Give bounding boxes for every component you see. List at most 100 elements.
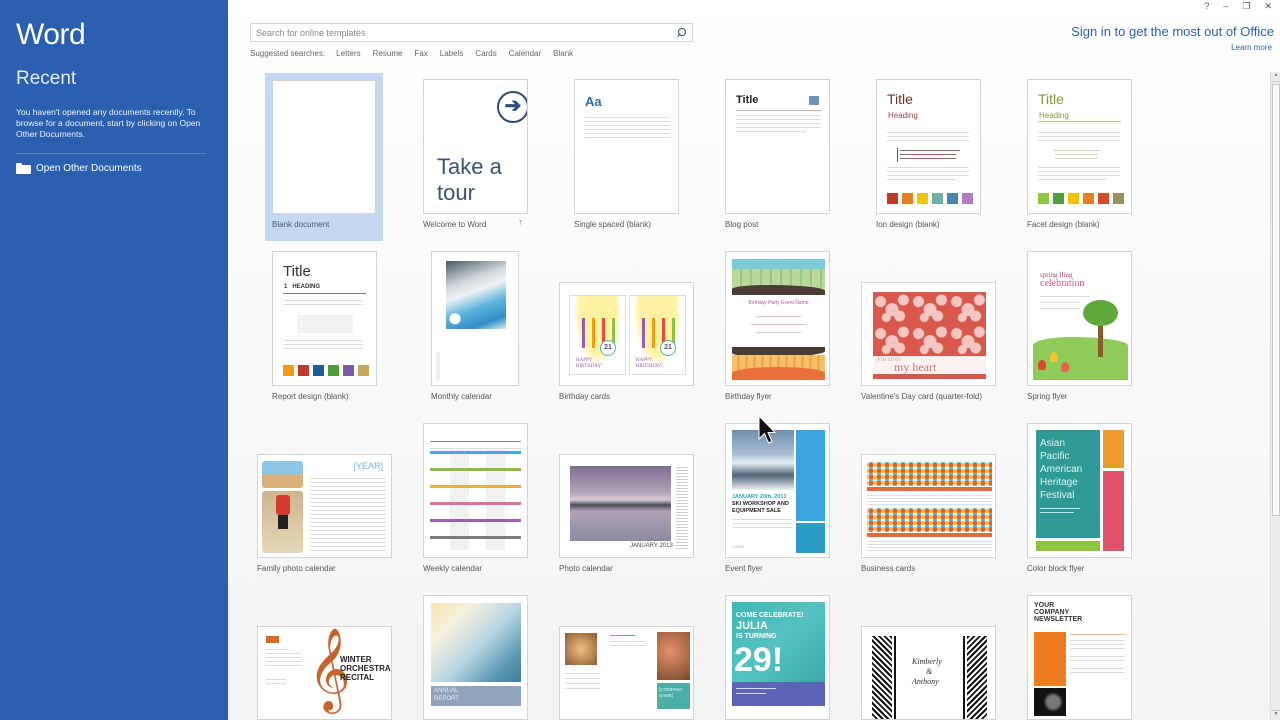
template-thumbnail: ➔ Take a tour [423, 79, 528, 214]
template-annual-report[interactable]: ANNUAL REPORT [423, 595, 529, 720]
card-panel: 21 HAPPY BIRTHDAY! [569, 295, 626, 375]
thumb-text: Title [283, 263, 311, 280]
color-swatch [283, 365, 294, 376]
minimize-button[interactable]: – [1223, 1, 1228, 12]
suggestion-fax[interactable]: Fax [414, 49, 427, 58]
suggestion-calendar[interactable]: Calendar [509, 49, 541, 58]
template-thumbnail: Title [725, 79, 830, 214]
template-thumbnail: Title Heading [876, 79, 981, 214]
suggestion-letters[interactable]: Letters [336, 49, 360, 58]
scroll-up-button[interactable]: ▲ [1271, 72, 1280, 82]
template-caption: Color block flyer [1027, 564, 1085, 573]
template-caption: Blog post [725, 220, 759, 229]
suggestion-labels[interactable]: Labels [440, 49, 464, 58]
template-thumbnail: Aa [574, 79, 679, 214]
search-input[interactable] [251, 27, 674, 38]
color-swatch [932, 193, 943, 204]
template-caption: Welcome to Word [423, 220, 487, 229]
suggestion-blank[interactable]: Blank [553, 49, 573, 58]
template-caption: Ion design (blank) [876, 220, 940, 229]
color-swatch [917, 193, 928, 204]
template-birthday-flyer[interactable]: Birthday Party Event Name Birthday flyer [725, 251, 831, 407]
template-caption: Family photo calendar [257, 564, 336, 573]
template-blog-post[interactable]: Title Blog post [725, 79, 831, 235]
thumb-text: 1 HEADING [284, 284, 321, 290]
close-button[interactable]: ✕ [1264, 1, 1272, 12]
vertical-scrollbar[interactable]: ▲ ▼ [1270, 72, 1280, 720]
learn-more-link[interactable]: Learn more [1231, 43, 1272, 52]
template-facet-design[interactable]: Title Heading Facet design (blank) [1027, 79, 1133, 235]
color-swatch [1068, 193, 1079, 204]
window-controls: ? – ❐ ✕ [1204, 1, 1272, 12]
sidebar: Word Recent You haven't opened any docum… [0, 0, 228, 720]
template-birthday-invitation[interactable]: COME CELEBRATE! JULIA IS TURNING 29! [725, 595, 831, 720]
color-swatch [313, 365, 324, 376]
template-thumbnail [431, 251, 519, 386]
template-family-photo-calendar[interactable]: [YEAR] Family photo calendar [257, 454, 393, 579]
template-caption: Valentine's Day card (quarter-fold) [861, 392, 982, 401]
template-photo-calendar[interactable]: JANUARY 2013 Photo calendar [559, 454, 695, 579]
template-company-brochure[interactable]: [COMPANY NAME] [559, 626, 695, 720]
template-valentines-card[interactable]: you stole my heart Valentine's Day card … [861, 282, 997, 407]
template-spring-flyer[interactable]: spring fling celebration Spring flyer [1027, 251, 1133, 407]
template-company-newsletter[interactable]: YOUR COMPANY NEWSLETTER [1027, 595, 1133, 720]
thumb-text: Title [1038, 91, 1064, 107]
template-thumbnail: Asian Pacific American Heritage Festival [1027, 423, 1132, 558]
color-swatch [962, 193, 973, 204]
template-single-spaced[interactable]: Aa Single spaced (blank) [574, 79, 680, 235]
color-swatch [343, 365, 354, 376]
thumb-text: Heading [888, 111, 918, 120]
template-weekly-calendar[interactable]: Weekly calendar [423, 423, 529, 579]
template-welcome-to-word[interactable]: ➔ Take a tour Welcome to Word ⤒ [423, 79, 529, 235]
word-start-screen: Word Recent You haven't opened any docum… [0, 0, 1280, 720]
template-thumbnail: 21 HAPPY BIRTHDAY! 21 HAPPY BIRTHDAY! [559, 282, 694, 386]
template-caption: Business cards [861, 564, 916, 573]
template-thumbnail: YOUR COMPANY NEWSLETTER [1027, 595, 1132, 720]
search-box [250, 23, 693, 42]
calendar-photo [446, 261, 506, 329]
thumb-text: Take a [437, 154, 502, 179]
suggested-searches: Suggested searches: Letters Resume Fax L… [250, 49, 585, 58]
template-ion-design[interactable]: Title Heading Ion design (blank) [876, 79, 982, 235]
calendar-side-label [436, 352, 440, 380]
color-swatch [1053, 193, 1064, 204]
app-title: Word [16, 18, 86, 51]
scroll-down-button[interactable]: ▼ [1271, 710, 1280, 720]
template-birthday-cards[interactable]: 21 HAPPY BIRTHDAY! 21 HAPPY BIRTHDAY! Bi… [559, 282, 695, 407]
template-blank-document[interactable]: Blank document [265, 73, 383, 241]
restore-button[interactable]: ❐ [1242, 1, 1250, 12]
sidebar-divider [16, 153, 206, 154]
template-monthly-calendar[interactable]: Monthly calendar [431, 251, 521, 407]
template-caption: Event flyer [725, 564, 763, 573]
template-event-flyer[interactable]: JANUARY 20th, 2013 SKI WORKSHOP AND EQUI… [725, 423, 831, 579]
suggestion-cards[interactable]: Cards [475, 49, 496, 58]
template-thumbnail: Title Heading [1027, 79, 1132, 214]
color-swatch [947, 193, 958, 204]
color-swatch [298, 365, 309, 376]
mouse-pointer-icon [758, 415, 777, 444]
suggestion-resume[interactable]: Resume [373, 49, 403, 58]
template-color-block-flyer[interactable]: Asian Pacific American Heritage Festival… [1027, 423, 1133, 579]
sign-in-link[interactable]: Sign in to get the most out of Office [1071, 24, 1274, 39]
pin-icon[interactable]: ⤒ [519, 220, 522, 228]
template-caption: Birthday flyer [725, 392, 772, 401]
card-panel: 21 HAPPY BIRTHDAY! [629, 295, 686, 375]
template-caption: Single spaced (blank) [574, 220, 651, 229]
color-swatch [358, 365, 369, 376]
template-thumbnail [861, 454, 996, 558]
template-winter-orchestra[interactable]: 𝄞 WINTER ORCHESTRA RECITAL [257, 626, 393, 720]
help-button[interactable]: ? [1204, 1, 1209, 12]
scroll-thumb[interactable] [1272, 84, 1280, 516]
thumb-text: Aa [585, 94, 602, 109]
template-business-cards[interactable]: Business cards [861, 454, 997, 579]
search-icon[interactable] [674, 26, 688, 40]
open-other-documents-label: Open Other Documents [36, 163, 142, 174]
template-thumbnail [272, 80, 376, 214]
template-report-design[interactable]: Title 1 HEADING Report design (blank) [272, 251, 378, 407]
template-wedding-invitation[interactable]: Kimberly & Anthony [861, 626, 997, 720]
open-other-documents-button[interactable]: Open Other Documents [16, 163, 142, 174]
template-thumbnail: [YEAR] [257, 454, 392, 558]
template-thumbnail: Birthday Party Event Name [725, 251, 830, 386]
arrow-circle-icon: ➔ [497, 91, 527, 123]
thumb-text: Heading [1039, 111, 1069, 120]
